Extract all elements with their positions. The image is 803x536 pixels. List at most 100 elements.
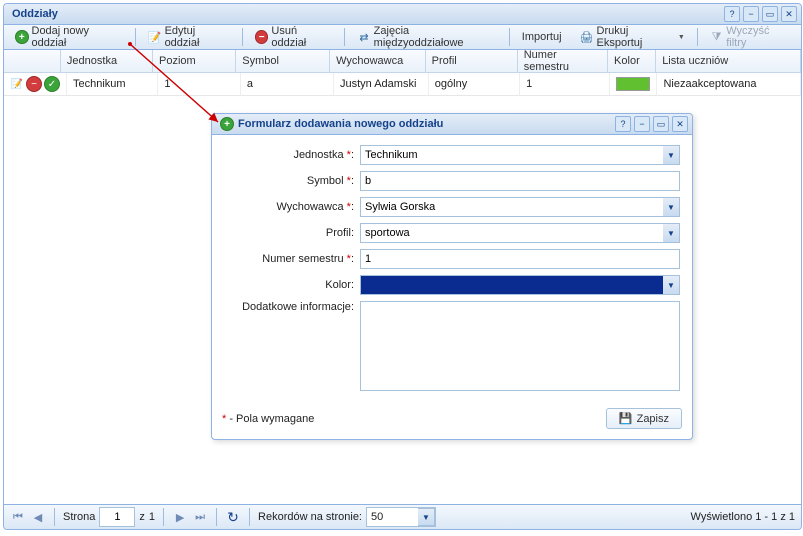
delete-label: Usuń oddział	[271, 25, 332, 49]
cell-lista: Niezaakceptowana	[657, 73, 801, 96]
delete-row-icon[interactable]: −	[26, 76, 42, 92]
separator	[249, 508, 250, 526]
printer-icon: 🖨	[580, 30, 594, 44]
pager-summary: Wyświetlono 1 - 1 z 1	[691, 511, 795, 523]
col-wychowawca[interactable]: Wychowawca	[330, 50, 426, 73]
chevron-down-icon[interactable]: ▼	[663, 197, 680, 217]
close-button[interactable]: ✕	[672, 116, 688, 132]
page-label: Strona	[63, 511, 95, 523]
first-page-button[interactable]: ⏮	[10, 509, 26, 525]
print-export-label: Drukuj Eksportuj	[597, 25, 673, 49]
row-wychowawca: Wychowawca *: ▼	[224, 197, 680, 217]
minus-circle-icon: −	[255, 30, 268, 44]
wychowawca-combo[interactable]	[360, 197, 680, 217]
label-jednostka: Jednostka *:	[224, 149, 354, 161]
import-button[interactable]: Importuj	[515, 28, 569, 46]
last-page-button[interactable]: ⏭	[192, 509, 208, 525]
restore-button[interactable]: ▭	[762, 6, 778, 22]
swap-button[interactable]: ⇄ Zajęcia międzyoddziałowe	[350, 22, 504, 52]
toolbar: + Dodaj nowy oddział 📝 Edytuj oddział − …	[4, 25, 801, 50]
cell-jednostka: Technikum	[67, 73, 158, 96]
page-of: z	[139, 511, 145, 523]
kolor-combo[interactable]	[360, 275, 680, 295]
edit-page-icon: 📝	[148, 30, 162, 44]
separator	[509, 28, 510, 46]
table-row[interactable]: 📝 − ✓ Technikum 1 a Justyn Adamski ogóln…	[4, 73, 801, 96]
separator	[54, 508, 55, 526]
dialog-title: Formularz dodawania nowego oddziału	[234, 118, 615, 130]
cell-kolor	[610, 73, 658, 96]
col-jednostka[interactable]: Jednostka	[61, 50, 153, 73]
separator	[697, 28, 698, 46]
dodatkowe-textarea[interactable]	[360, 301, 680, 391]
help-button[interactable]: ?	[724, 6, 740, 22]
disk-icon: 💾	[619, 412, 633, 425]
separator	[135, 28, 136, 46]
field-jednostka: ▼	[360, 145, 680, 165]
required-mark: *	[347, 201, 351, 213]
col-profil[interactable]: Profil	[426, 50, 518, 73]
help-button[interactable]: ?	[615, 116, 631, 132]
page-total: 1	[149, 511, 155, 523]
save-button[interactable]: 💾 Zapisz	[606, 408, 682, 429]
col-kolor[interactable]: Kolor	[608, 50, 656, 73]
grid-header: Jednostka Poziom Symbol Wychowawca Profi…	[4, 50, 801, 73]
label-semestr: Numer semestru *:	[224, 253, 354, 265]
print-export-button[interactable]: 🖨 Drukuj Eksportuj ▼	[573, 22, 692, 52]
page-input[interactable]	[99, 507, 135, 527]
refresh-button[interactable]: ↻	[225, 509, 241, 525]
field-kolor: ▼	[360, 275, 680, 295]
field-semestr	[360, 249, 680, 269]
accept-row-icon[interactable]: ✓	[44, 76, 60, 92]
chevron-down-icon[interactable]: ▼	[663, 275, 680, 295]
label-profil: Profil:	[224, 227, 354, 239]
close-button[interactable]: ✕	[781, 6, 797, 22]
close-icon: ✕	[785, 9, 793, 20]
col-semestr[interactable]: Numer semestru	[518, 50, 608, 73]
edit-button[interactable]: 📝 Edytuj oddział	[141, 22, 237, 52]
semestr-input[interactable]	[360, 249, 680, 269]
records-label: Rekordów na stronie:	[258, 511, 362, 523]
minus-icon: −	[748, 9, 753, 19]
grid: Jednostka Poziom Symbol Wychowawca Profi…	[4, 50, 801, 96]
profil-combo[interactable]	[360, 223, 680, 243]
col-symbol[interactable]: Symbol	[236, 50, 330, 73]
col-actions	[4, 50, 61, 73]
window-tools: ? − ▭ ✕	[724, 6, 797, 22]
col-poziom[interactable]: Poziom	[153, 50, 236, 73]
next-page-button[interactable]: ▶	[172, 509, 188, 525]
edit-row-icon[interactable]: 📝	[10, 77, 24, 91]
row-jednostka: Jednostka *: ▼	[224, 145, 680, 165]
cell-wychowawca: Justyn Adamski	[334, 73, 429, 96]
chevron-down-icon[interactable]: ▼	[663, 145, 680, 165]
separator	[344, 28, 345, 46]
plus-circle-icon: +	[220, 117, 234, 131]
required-mark: *	[347, 149, 351, 161]
delete-button[interactable]: − Usuń oddział	[248, 22, 339, 52]
jednostka-combo[interactable]	[360, 145, 680, 165]
add-button[interactable]: + Dodaj nowy oddział	[8, 22, 130, 52]
prev-page-button[interactable]: ◀	[30, 509, 46, 525]
row-profil: Profil: ▼	[224, 223, 680, 243]
required-mark: *	[347, 253, 351, 265]
dialog-footer: * - Pola wymagane 💾 Zapisz	[212, 402, 692, 439]
minimize-button[interactable]: −	[743, 6, 759, 22]
symbol-input[interactable]	[360, 171, 680, 191]
swap-icon: ⇄	[357, 30, 370, 44]
cell-semestr: 1	[520, 73, 610, 96]
col-lista[interactable]: Lista uczniów	[656, 50, 801, 73]
label-symbol: Symbol *:	[224, 175, 354, 187]
chevron-down-icon[interactable]: ▼	[663, 223, 680, 243]
close-icon: ✕	[676, 119, 684, 130]
edit-label: Edytuj oddział	[165, 25, 230, 49]
minimize-button[interactable]: −	[634, 116, 650, 132]
records-per-page-combo[interactable]: 50 ▼	[366, 507, 436, 527]
dialog-tools: ? − ▭ ✕	[615, 116, 688, 132]
cell-poziom: 1	[158, 73, 241, 96]
row-symbol: Symbol *:	[224, 171, 680, 191]
field-wychowawca: ▼	[360, 197, 680, 217]
restore-button[interactable]: ▭	[653, 116, 669, 132]
chevron-down-icon: ▼	[418, 508, 435, 526]
color-swatch	[616, 77, 650, 91]
clear-filters-button[interactable]: ⧩ Wyczyść filtry	[703, 22, 797, 52]
